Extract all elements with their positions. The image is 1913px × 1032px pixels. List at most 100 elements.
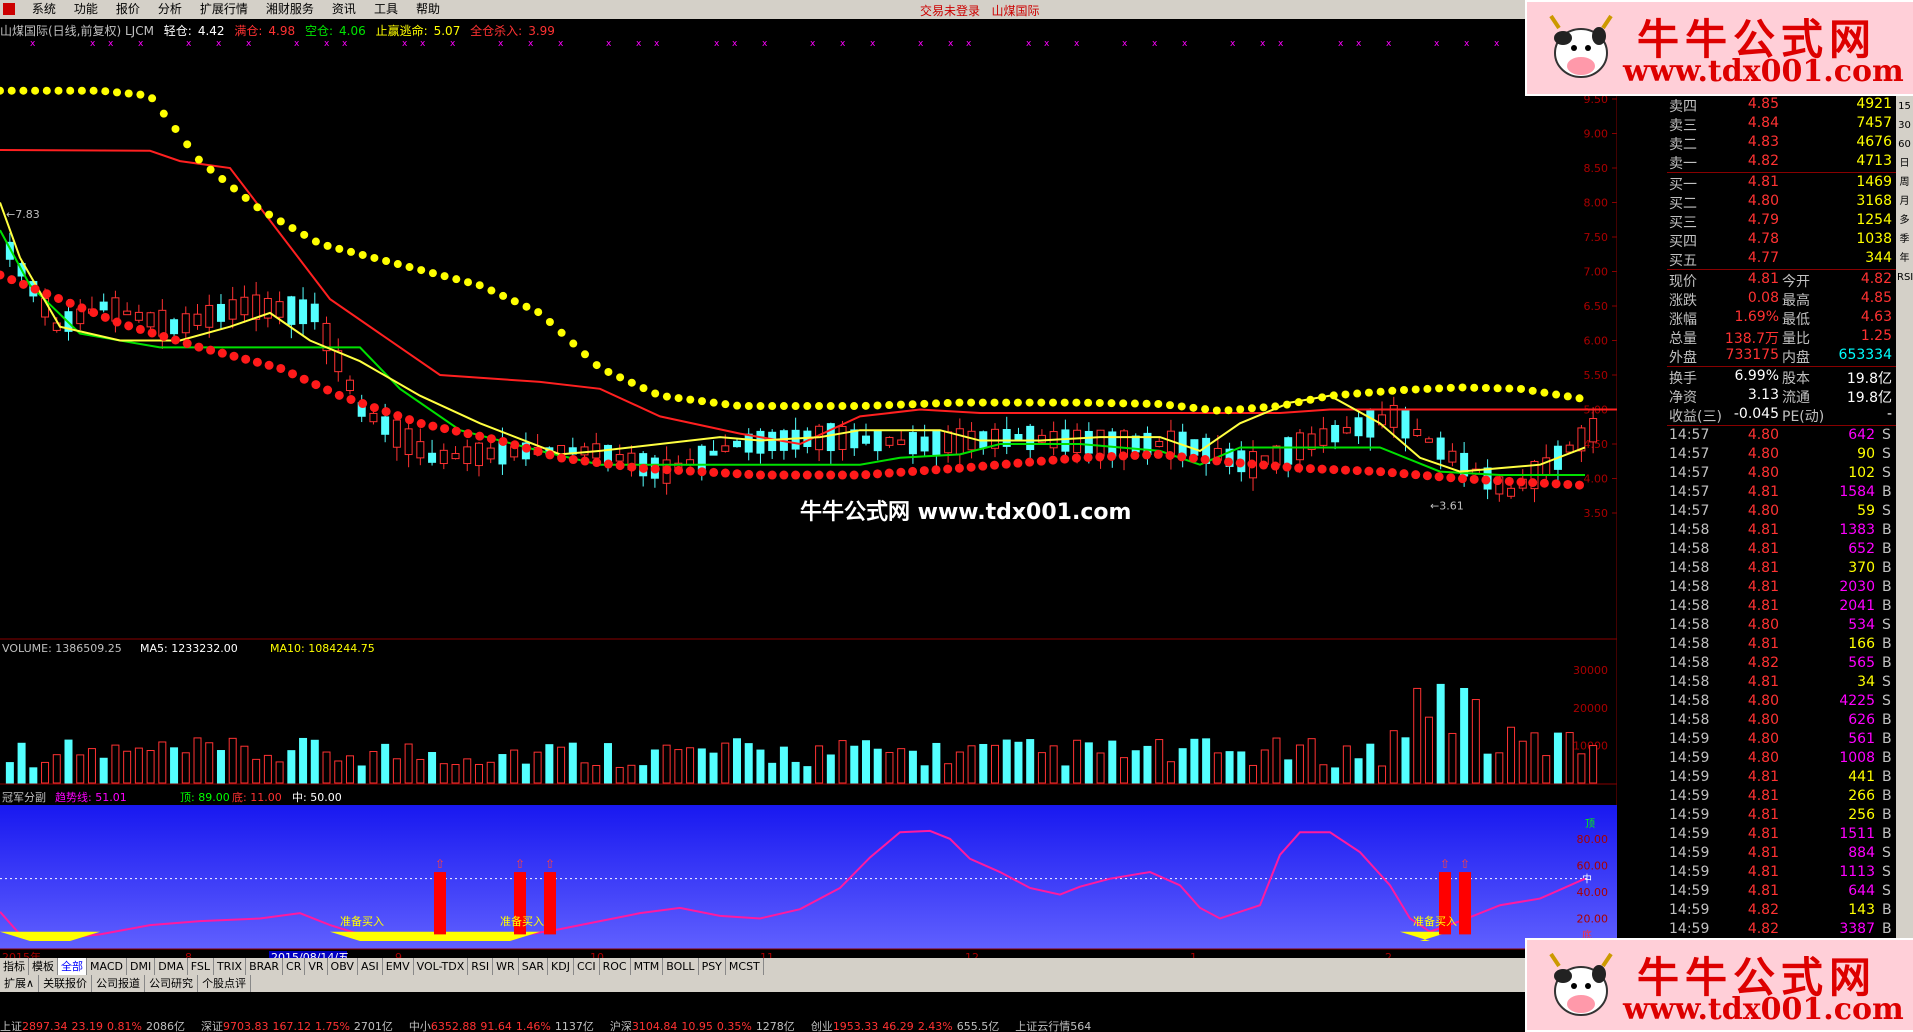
tick-price: 4.80 bbox=[1747, 750, 1779, 766]
red-dot bbox=[522, 443, 531, 453]
indicator-tab-23[interactable]: PSY bbox=[699, 958, 726, 975]
indicator-tab-11[interactable]: OBV bbox=[328, 958, 358, 975]
period-button-5[interactable]: 月 bbox=[1897, 193, 1912, 210]
indicator-tab-3[interactable]: MACD bbox=[87, 958, 127, 975]
yellow-dot bbox=[1423, 384, 1432, 393]
menu-item-1[interactable]: 功能 bbox=[65, 0, 107, 19]
period-button-0[interactable]: 15 bbox=[1897, 98, 1912, 115]
index-item[interactable]: 创业1953.33 46.29 2.43% 655.5亿 bbox=[811, 1020, 1007, 1032]
indicator-tab-4[interactable]: DMI bbox=[127, 958, 156, 975]
yellow-dot bbox=[861, 401, 870, 410]
volume-bar bbox=[686, 747, 695, 784]
volume-bar bbox=[744, 743, 753, 784]
indicator-tab-16[interactable]: WR bbox=[493, 958, 519, 975]
stat-value: 4.81 bbox=[1747, 271, 1779, 287]
volume-bar bbox=[1037, 752, 1046, 784]
red-dot bbox=[1060, 454, 1070, 464]
indicator-tab-5[interactable]: DMA bbox=[155, 958, 188, 975]
extension-tab-1[interactable]: 关联报价 bbox=[39, 975, 93, 992]
candle-body bbox=[1073, 429, 1082, 454]
main-chart[interactable]: 9.509.008.508.007.507.006.506.005.505.00… bbox=[0, 19, 1617, 1032]
period-button-9[interactable]: RSI bbox=[1897, 269, 1913, 286]
tick-row: 14:58 4.82 565 B bbox=[1667, 655, 1896, 673]
indicator-tab-13[interactable]: EMV bbox=[383, 958, 414, 975]
bid-volume: 1254 bbox=[1856, 212, 1892, 228]
volume-bar bbox=[428, 752, 437, 784]
red-dot bbox=[943, 464, 953, 474]
up-arrow-icon: ⇧ bbox=[545, 857, 555, 871]
candle-body bbox=[1014, 434, 1023, 441]
yellow-dot bbox=[850, 402, 859, 411]
red-dot bbox=[1177, 452, 1187, 462]
menu-item-6[interactable]: 资讯 bbox=[323, 0, 365, 19]
yellow-dot bbox=[1493, 384, 1502, 393]
menu-item-8[interactable]: 帮助 bbox=[407, 0, 449, 19]
indicator-tab-12[interactable]: ASI bbox=[358, 958, 383, 975]
menu-item-3[interactable]: 分析 bbox=[149, 0, 191, 19]
indicator-tab-24[interactable]: MCST bbox=[726, 958, 764, 975]
ad-banner-top[interactable]: 牛牛公式网 www.tdx001.com bbox=[1525, 0, 1913, 96]
yellow-dot bbox=[1446, 383, 1455, 392]
yellow-dot bbox=[1025, 398, 1034, 407]
indicator-tab-9[interactable]: CR bbox=[283, 958, 306, 975]
signal-mark: x bbox=[342, 39, 348, 49]
indicator-tab-21[interactable]: MTM bbox=[631, 958, 664, 975]
menu-item-7[interactable]: 工具 bbox=[365, 0, 407, 19]
indicator-tab-10[interactable]: VR bbox=[305, 958, 328, 975]
ad-banner-bottom[interactable]: 牛牛公式网 www.tdx001.com bbox=[1525, 938, 1913, 1032]
index-item[interactable]: 中小6352.88 91.64 1.46% 1137亿 bbox=[409, 1020, 602, 1032]
period-button-3[interactable]: 日 bbox=[1897, 155, 1912, 172]
signal-mark: x bbox=[498, 39, 504, 49]
indicator-tab-6[interactable]: FSL bbox=[188, 958, 214, 975]
indicator-tab-8[interactable]: BRAR bbox=[246, 958, 284, 975]
volume-bar bbox=[580, 762, 589, 784]
indicator-tab-2[interactable]: 全部 bbox=[58, 958, 87, 975]
indicator-tab-22[interactable]: BOLL bbox=[663, 958, 699, 975]
yellow-dot bbox=[1271, 402, 1280, 411]
indicator-tab-14[interactable]: VOL-TDX bbox=[414, 958, 469, 975]
extension-tab-3[interactable]: 公司研究 bbox=[145, 975, 199, 992]
extension-tab-0[interactable]: 扩展∧ bbox=[0, 975, 40, 992]
stat-label: 净资 bbox=[1669, 390, 1697, 406]
stat-value: 6.99% bbox=[1734, 368, 1779, 384]
indicator-tab-1[interactable]: 模板 bbox=[29, 958, 58, 975]
period-button-7[interactable]: 季 bbox=[1897, 231, 1912, 248]
index-item[interactable]: 沪深3104.84 10.95 0.35% 1278亿 bbox=[610, 1020, 803, 1032]
volume-bar bbox=[521, 763, 530, 784]
index-item[interactable]: 深证9703.83 167.12 1.75% 2701亿 bbox=[201, 1020, 401, 1032]
volume-bar bbox=[862, 740, 871, 784]
period-button-8[interactable]: 年 bbox=[1897, 250, 1912, 267]
indicator-tab-18[interactable]: KDJ bbox=[548, 958, 574, 975]
period-button-2[interactable]: 60 bbox=[1897, 136, 1912, 153]
candle-body bbox=[1366, 409, 1375, 438]
red-dot bbox=[0, 270, 5, 280]
volume-bar bbox=[545, 744, 554, 784]
period-button-1[interactable]: 30 bbox=[1897, 117, 1912, 134]
extension-tab-4[interactable]: 个股点评 bbox=[198, 975, 252, 992]
extension-tab-2[interactable]: 公司报道 bbox=[92, 975, 146, 992]
indicator-tab-20[interactable]: ROC bbox=[600, 958, 631, 975]
red-dot bbox=[1528, 478, 1538, 488]
indicator-tab-15[interactable]: RSI bbox=[468, 958, 494, 975]
red-dot bbox=[1294, 463, 1304, 473]
index-item[interactable]: 上证2897.34 23.19 0.81% 2086亿 bbox=[0, 1020, 193, 1032]
yellow-dot bbox=[1400, 385, 1408, 394]
menu-item-5[interactable]: 湘财服务 bbox=[257, 0, 323, 19]
indicator-tab-19[interactable]: CCI bbox=[574, 958, 600, 975]
yellow-dot bbox=[452, 275, 461, 284]
menu-item-0[interactable]: 系统 bbox=[23, 0, 65, 19]
indicator-tab-7[interactable]: TRIX bbox=[214, 958, 247, 975]
index-change: 167.12 bbox=[272, 1020, 311, 1032]
indicator-tab-17[interactable]: SAR bbox=[519, 958, 549, 975]
indicator-tab-0[interactable]: 指标 bbox=[0, 958, 29, 975]
period-button-6[interactable]: 多 bbox=[1897, 212, 1912, 229]
stat-value: 138.7万 bbox=[1724, 331, 1779, 347]
candle-body bbox=[1413, 428, 1422, 437]
yellow-dot bbox=[967, 398, 976, 407]
candle-body bbox=[345, 379, 354, 392]
red-dot bbox=[135, 324, 145, 334]
menu-item-4[interactable]: 扩展行情 bbox=[191, 0, 257, 19]
menu-item-2[interactable]: 报价 bbox=[107, 0, 149, 19]
period-button-4[interactable]: 周 bbox=[1897, 174, 1912, 191]
tick-side: B bbox=[1882, 522, 1892, 538]
